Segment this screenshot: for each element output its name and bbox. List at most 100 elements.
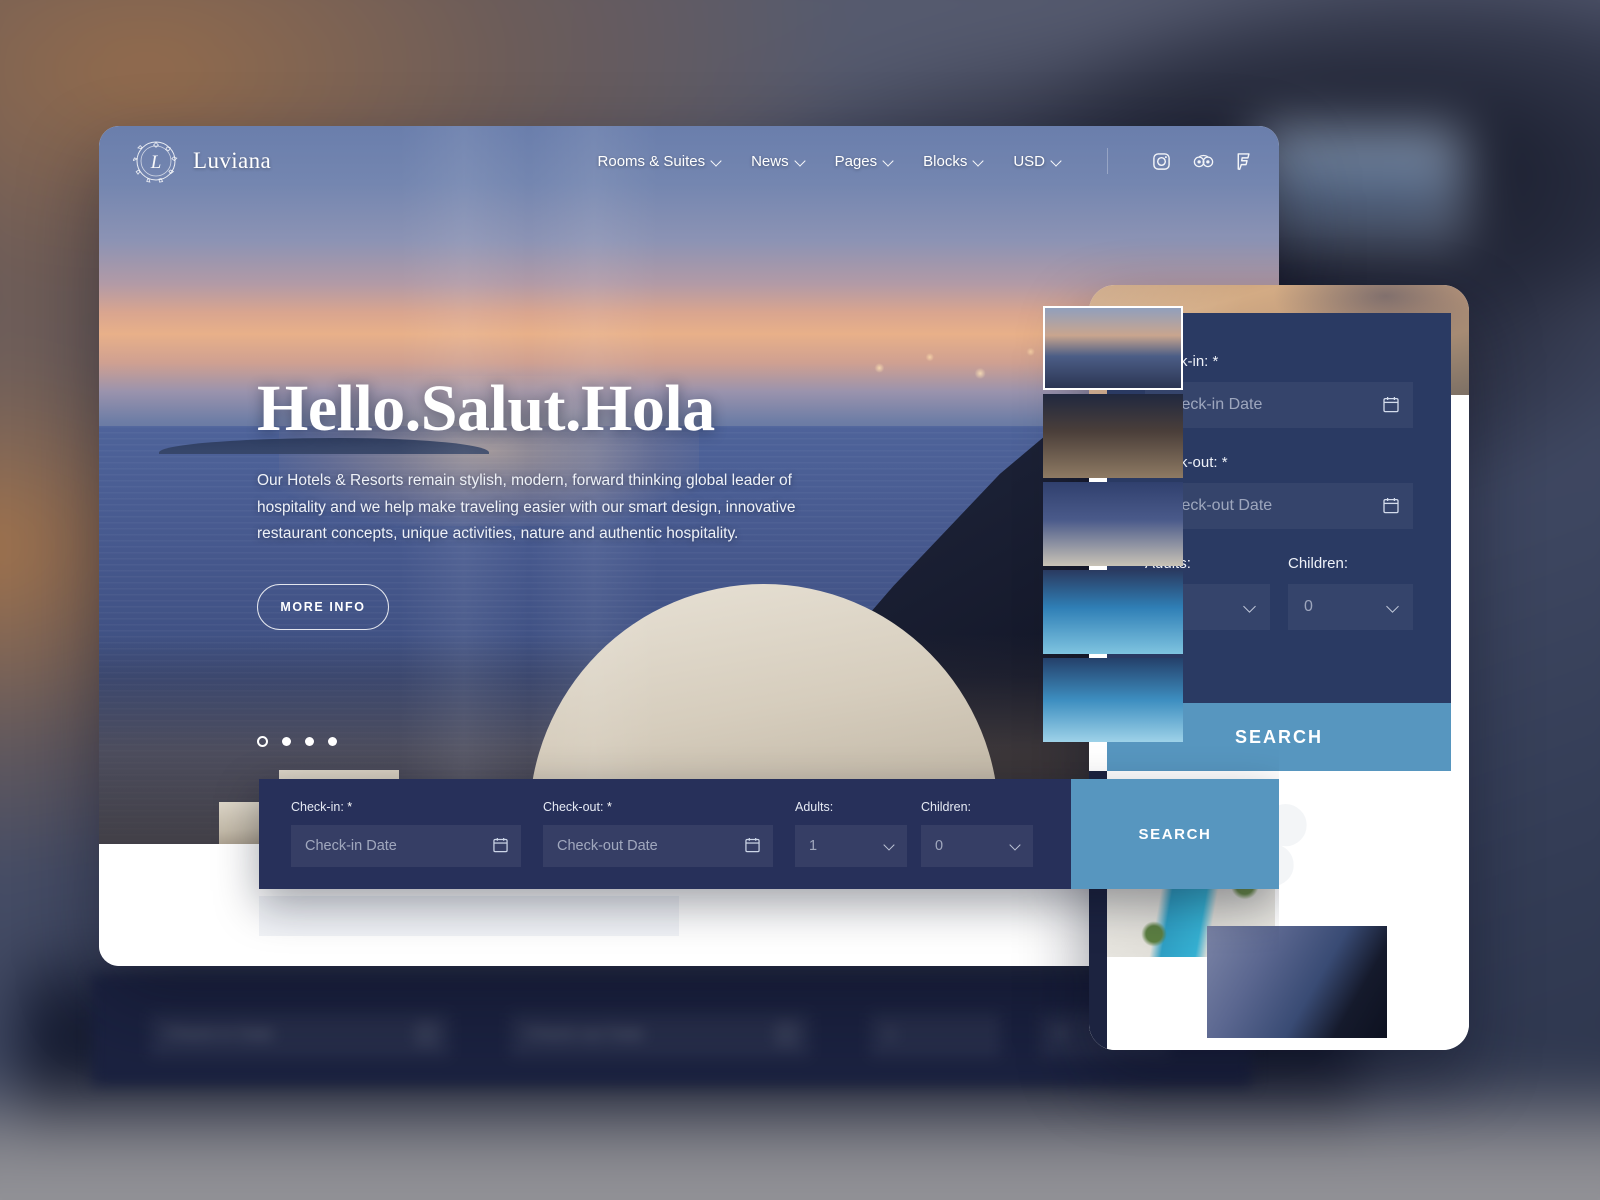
mobile-checkin-label: Check-in: *	[1145, 353, 1413, 370]
chevron-down-icon	[885, 841, 895, 851]
content-placeholder-card	[259, 896, 679, 936]
required-asterisk: *	[1212, 353, 1219, 370]
chevron-down-icon	[974, 157, 983, 166]
children-select[interactable]: 0	[921, 825, 1033, 867]
ghost-checkout-text: Check-out Date	[526, 1024, 645, 1043]
desktop-browser-window: L Luviana Rooms & Suites News Pages Bloc…	[99, 126, 1279, 966]
mobile-checkout-label: Check-out: *	[1145, 454, 1413, 471]
nav-item-blocks[interactable]: Blocks	[923, 153, 983, 170]
background-booking-bar-ghost: Check-in Date Check-out Date 1 0	[92, 975, 1252, 1085]
search-button-label: SEARCH	[1138, 825, 1212, 843]
nav-item-pages[interactable]: Pages	[835, 153, 894, 170]
checkout-field: Check-out: * Check-out Date	[543, 800, 773, 867]
adults-value: 1	[809, 838, 818, 854]
hero-content: Hello.Salut.Hola Our Hotels & Resorts re…	[257, 376, 817, 630]
checkin-label-text: Check-in:	[291, 800, 344, 814]
mobile-checkin-input[interactable]: Check-in Date	[1145, 382, 1413, 428]
nav-label: Pages	[834, 152, 878, 170]
mobile-children-label: Children:	[1288, 555, 1349, 572]
thumb-pool[interactable]	[1043, 570, 1183, 654]
more-info-button[interactable]: MORE INFO	[257, 583, 389, 630]
booking-search-bar: Check-in: * Check-in Date Check-out: * C…	[259, 779, 1279, 889]
instagram-icon[interactable]	[1152, 152, 1171, 171]
children-field: Children: 0	[921, 800, 1033, 867]
thumb-infinity-pool[interactable]	[1043, 658, 1183, 742]
checkin-input[interactable]: Check-in Date	[291, 825, 521, 867]
chevron-down-icon	[1011, 841, 1021, 851]
tripadvisor-icon[interactable]	[1193, 152, 1214, 171]
mobile-children-value: 0	[1304, 598, 1313, 615]
mobile-children-select[interactable]: 0	[1288, 584, 1413, 630]
chevron-down-icon	[1388, 602, 1399, 613]
thumb-sunset-sea[interactable]	[1043, 306, 1183, 390]
adults-label: Adults:	[795, 800, 834, 814]
svg-text:L: L	[150, 152, 162, 173]
chevron-down-icon	[884, 157, 893, 166]
checkin-label: Check-in: *	[291, 800, 521, 814]
booking-fields: Check-in: * Check-in Date Check-out: * C…	[259, 779, 1071, 889]
required-asterisk: *	[347, 800, 353, 814]
checkout-label-text: Check-out:	[543, 800, 604, 814]
nav-label: USD	[1013, 152, 1045, 170]
chevron-down-icon	[796, 157, 805, 166]
mobile-checkout-input[interactable]: Check-out Date	[1145, 483, 1413, 529]
chevron-down-icon	[1052, 157, 1061, 166]
chevron-down-icon	[712, 157, 721, 166]
ghost-field-checkout: Check-out Date	[510, 1013, 810, 1057]
slider-pagination	[257, 736, 337, 747]
checkout-placeholder: Check-out Date	[557, 838, 658, 854]
thumbnail-rail	[1043, 306, 1183, 746]
children-label: Children:	[921, 800, 972, 814]
calendar-icon	[1383, 396, 1399, 413]
thumb-suite[interactable]	[1043, 482, 1183, 566]
ghost-field-checkin: Check-in Date	[150, 1013, 450, 1057]
hero-section: L Luviana Rooms & Suites News Pages Bloc…	[99, 126, 1279, 844]
top-navigation-bar: L Luviana Rooms & Suites News Pages Bloc…	[99, 126, 1279, 196]
required-asterisk: *	[606, 800, 612, 814]
background-framed-picture	[1260, 130, 1460, 240]
main-menu: Rooms & Suites News Pages Blocks USD	[598, 148, 1253, 174]
slider-dot-1[interactable]	[257, 736, 268, 747]
search-button[interactable]: SEARCH	[1071, 779, 1279, 889]
page-title: Hello.Salut.Hola	[257, 372, 715, 445]
thumb-dining[interactable]	[1043, 394, 1183, 478]
mobile-search-button-label: SEARCH	[1234, 726, 1323, 747]
checkin-field: Check-in: * Check-in Date	[291, 800, 521, 867]
nav-label: Blocks	[923, 152, 968, 170]
slider-dot-4[interactable]	[328, 737, 337, 746]
social-links	[1152, 152, 1253, 171]
nav-item-rooms-suites[interactable]: Rooms & Suites	[598, 153, 722, 170]
slider-dot-3[interactable]	[305, 737, 314, 746]
checkout-input[interactable]: Check-out Date	[543, 825, 773, 867]
children-value: 0	[935, 838, 944, 854]
nav-label: Rooms & Suites	[597, 152, 706, 170]
checkin-placeholder: Check-in Date	[305, 838, 397, 854]
mobile-photo-seaview	[1207, 926, 1387, 1038]
brand-logo[interactable]: L Luviana	[133, 138, 271, 184]
calendar-icon	[493, 837, 508, 853]
mobile-children-field: Children: 0	[1288, 555, 1413, 630]
brand-name: Luviana	[193, 148, 272, 173]
background-floor	[0, 1080, 1600, 1200]
calendar-icon	[418, 1025, 434, 1043]
nav-divider	[1107, 148, 1108, 174]
ghost-adults-text: 1	[886, 1024, 896, 1043]
slider-dot-2[interactable]	[282, 737, 291, 746]
calendar-icon	[745, 837, 760, 853]
calendar-icon	[778, 1025, 794, 1043]
hero-paragraph: Our Hotels & Resorts remain stylish, mod…	[257, 472, 796, 543]
nav-item-currency-usd[interactable]: USD	[1013, 153, 1061, 170]
chevron-down-icon	[1245, 602, 1256, 613]
checkout-label: Check-out: *	[543, 800, 773, 814]
calendar-icon	[1383, 497, 1399, 514]
wreath-monogram-logo-icon: L	[133, 138, 179, 184]
foursquare-icon[interactable]	[1234, 152, 1253, 171]
required-asterisk: *	[1221, 454, 1228, 471]
adults-select[interactable]: 1	[795, 825, 907, 867]
mobile-guests-row: Adults: 1 Children: 0	[1145, 555, 1413, 630]
nav-label: News	[751, 152, 789, 170]
nav-item-news[interactable]: News	[751, 153, 805, 170]
ghost-field-adults: 1	[870, 1013, 1000, 1057]
ghost-children-text: 0	[1056, 1024, 1066, 1043]
adults-field: Adults: 1	[795, 800, 907, 867]
